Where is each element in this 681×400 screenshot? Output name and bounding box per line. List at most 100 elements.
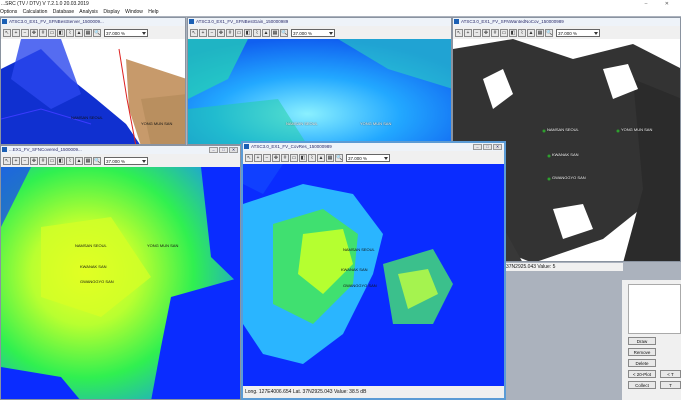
map-icon[interactable]: ▦ <box>84 156 92 165</box>
grid-icon[interactable]: # <box>39 28 47 37</box>
close-button[interactable]: ✕ <box>229 147 238 153</box>
search-icon[interactable]: 🔍 <box>335 153 343 162</box>
zoom-out-icon[interactable]: − <box>263 153 271 162</box>
coverage-map[interactable]: NAMSAN SEOUL YONG MUN SAN <box>1 39 185 144</box>
profile-icon[interactable]: ⌇ <box>253 28 261 37</box>
pan-icon[interactable]: ✥ <box>30 156 38 165</box>
grid-icon[interactable]: # <box>281 153 289 162</box>
window-covered[interactable]: ...EX1_FV_SFNCovered_1500009... – □ ✕ ↖ + … <box>0 145 241 400</box>
layer-icon[interactable]: ◧ <box>509 28 517 37</box>
profile-icon[interactable]: ⌇ <box>66 156 74 165</box>
pan-icon[interactable]: ✥ <box>272 153 280 162</box>
coverage-map[interactable]: NAMSAN SEOUL YONG MUN SAN <box>188 39 451 144</box>
window-title-bar[interactable]: ATSC3.0_EX1_FV_CovRes_150000989 – □ ✕ <box>243 143 504 151</box>
zoom-select[interactable]: 37.000 % <box>291 28 335 37</box>
next-plot-button[interactable]: < T <box>660 370 681 378</box>
map-icon[interactable]: ▦ <box>84 28 92 37</box>
menu-help[interactable]: Help <box>148 9 158 15</box>
profile-icon[interactable]: ⌇ <box>66 28 74 37</box>
zoom-in-icon[interactable]: + <box>199 28 207 37</box>
app-window-controls[interactable]: – ✕ <box>644 0 677 8</box>
minimize-button[interactable]: – <box>473 144 482 150</box>
terrain-icon[interactable]: ▲ <box>317 153 325 162</box>
window-title-bar[interactable]: ...EX1_FV_SFNCovered_1500009... – □ ✕ <box>1 146 240 154</box>
menu-window[interactable]: Window <box>125 9 143 15</box>
pan-icon[interactable]: ✥ <box>482 28 490 37</box>
window-title-bar[interactable]: ATSC3.0_EX1_FV_SFNBestGain_150000989 <box>188 18 451 26</box>
menu-display[interactable]: Display <box>103 9 119 15</box>
ruler-icon[interactable]: ▭ <box>48 156 56 165</box>
terrain-icon[interactable]: ▲ <box>527 28 535 37</box>
pointer-tool-icon[interactable]: ↖ <box>190 28 198 37</box>
zoom-select[interactable]: 37.000 % <box>556 28 600 37</box>
zoom-in-icon[interactable]: + <box>254 153 262 162</box>
ruler-icon[interactable]: ▭ <box>48 28 56 37</box>
maximize-button[interactable]: □ <box>483 144 492 150</box>
minimize-button[interactable]: – <box>209 147 218 153</box>
pan-icon[interactable]: ✥ <box>30 28 38 37</box>
pointer-tool-icon[interactable]: ↖ <box>455 28 463 37</box>
search-icon[interactable]: 🔍 <box>280 28 288 37</box>
map-icon[interactable]: ▦ <box>326 153 334 162</box>
map-icon[interactable]: ▦ <box>271 28 279 37</box>
site-label: YONG MUN SAN <box>621 127 653 132</box>
menu-calculation[interactable]: Calculation <box>23 9 48 15</box>
profile-icon[interactable]: ⌇ <box>518 28 526 37</box>
window-best-server[interactable]: ATSC3.0_EX1_FV_SFNBestServer_1500009... … <box>0 17 186 145</box>
layer-icon[interactable]: ◧ <box>57 28 65 37</box>
window-best-gain[interactable]: ATSC3.0_EX1_FV_SFNBestGain_150000989 ↖ +… <box>187 17 452 145</box>
zoom-select[interactable]: 37.000 % <box>104 28 148 37</box>
prev-plot-button[interactable]: < 20-Plot <box>628 370 656 378</box>
ruler-icon[interactable]: ▭ <box>290 153 298 162</box>
menu-options[interactable]: Options <box>0 9 17 15</box>
close-button[interactable]: ✕ <box>493 144 502 150</box>
profile-icon[interactable]: ⌇ <box>308 153 316 162</box>
pointer-tool-icon[interactable]: ↖ <box>245 153 253 162</box>
remove-button[interactable]: Remove <box>628 348 656 356</box>
zoom-in-icon[interactable]: + <box>12 156 20 165</box>
grid-icon[interactable]: # <box>491 28 499 37</box>
zoom-in-icon[interactable]: + <box>12 28 20 37</box>
site-label: NAMSAN SEOUL <box>547 127 579 132</box>
site-label: GWANGGYO SAN <box>552 175 586 180</box>
t-button[interactable]: T <box>660 381 681 389</box>
search-icon[interactable]: 🔍 <box>93 28 101 37</box>
window-title-bar[interactable]: ATSC3.0_EX1_FV_SFNWantedNoCov_150000989 <box>453 18 680 26</box>
zoom-out-icon[interactable]: − <box>21 28 29 37</box>
layer-icon[interactable]: ◧ <box>299 153 307 162</box>
ruler-icon[interactable]: ▭ <box>500 28 508 37</box>
grid-icon[interactable]: # <box>226 28 234 37</box>
zoom-out-icon[interactable]: − <box>208 28 216 37</box>
map-toolbar: ↖ + − ✥ # ▭ ◧ ⌇ ▲ ▦ 🔍 37.000 % <box>188 26 451 39</box>
delete-button[interactable]: Delete <box>628 359 656 367</box>
side-status-readout: 37N2925.043 Value: 5 <box>504 263 623 271</box>
collect-button[interactable]: Collect <box>628 381 656 389</box>
pan-icon[interactable]: ✥ <box>217 28 225 37</box>
terrain-icon[interactable]: ▲ <box>75 156 83 165</box>
zoom-in-icon[interactable]: + <box>464 28 472 37</box>
search-icon[interactable]: 🔍 <box>545 28 553 37</box>
draw-button[interactable]: Draw <box>628 337 656 345</box>
menu-analysis[interactable]: Analysis <box>79 9 98 15</box>
layer-icon[interactable]: ◧ <box>244 28 252 37</box>
zoom-out-icon[interactable]: − <box>21 156 29 165</box>
window-title-bar[interactable]: ATSC3.0_EX1_FV_SFNBestServer_1500009... <box>1 18 185 26</box>
zoom-out-icon[interactable]: − <box>473 28 481 37</box>
zoom-select[interactable]: 37.000 % <box>104 156 148 165</box>
menu-database[interactable]: Database <box>53 9 74 15</box>
plot-list-box[interactable] <box>628 284 681 334</box>
pointer-tool-icon[interactable]: ↖ <box>3 156 11 165</box>
layer-icon[interactable]: ◧ <box>57 156 65 165</box>
terrain-icon[interactable]: ▲ <box>75 28 83 37</box>
search-icon[interactable]: 🔍 <box>93 156 101 165</box>
maximize-button[interactable]: □ <box>219 147 228 153</box>
pointer-tool-icon[interactable]: ↖ <box>3 28 11 37</box>
window-coverage-result[interactable]: ATSC3.0_EX1_FV_CovRes_150000989 – □ ✕ ↖ + … <box>241 141 506 400</box>
coverage-map[interactable]: NAMSAN SEOUL KWANAK SAN GWANGGYO SAN <box>243 164 504 386</box>
ruler-icon[interactable]: ▭ <box>235 28 243 37</box>
coverage-map[interactable]: NAMSAN SEOUL YONG MUN SAN KWANAK SAN GWA… <box>1 167 240 399</box>
zoom-select[interactable]: 37.000 % <box>346 153 390 162</box>
map-icon[interactable]: ▦ <box>536 28 544 37</box>
terrain-icon[interactable]: ▲ <box>262 28 270 37</box>
grid-icon[interactable]: # <box>39 156 47 165</box>
